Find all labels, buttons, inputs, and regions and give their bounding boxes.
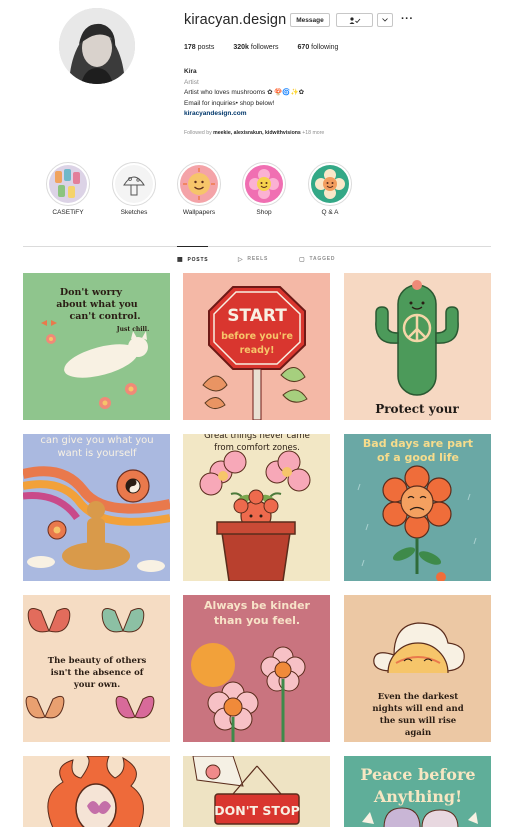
tab-posts-label: POSTS <box>187 256 209 263</box>
svg-text:can give you what you: can give you what you <box>40 435 153 446</box>
profile-avatar[interactable] <box>59 8 135 84</box>
post-tile[interactable]: Peace before Anything! <box>344 756 491 827</box>
post-tile[interactable]: Protect your <box>344 273 491 420</box>
bio-line-1: Artist who loves mushrooms ✿ 🍄🌀✨✿ <box>184 89 305 97</box>
svg-text:Great things never came: Great things never came <box>204 434 310 441</box>
highlight-cover <box>311 165 349 203</box>
profile-bio: Kira Artist Artist who loves mushrooms ✿… <box>184 67 444 120</box>
following-stat[interactable]: 670 following <box>298 44 339 51</box>
reels-icon: ▷ <box>238 256 244 263</box>
profile-website-link[interactable]: kiracyandesign.com <box>184 109 444 120</box>
svg-text:than you feel.: than you feel. <box>214 614 300 627</box>
post-tile[interactable] <box>23 756 170 827</box>
story-highlights: CASETiFY Sketches Wallpapers Shop Q & A <box>38 162 368 222</box>
highlight-shop[interactable]: Shop <box>234 162 294 216</box>
svg-text:the sun will rise: the sun will rise <box>380 716 457 726</box>
followed-by-more: +18 more <box>302 130 325 136</box>
post-tile[interactable]: Don't worry about what you can't control… <box>23 273 170 420</box>
highlight-casetify[interactable]: CASETiFY <box>38 162 98 216</box>
svg-text:Don't worry: Don't worry <box>60 287 123 298</box>
highlight-label: CASETiFY <box>52 209 84 216</box>
followed-by-prefix: Followed by <box>184 130 212 136</box>
highlight-cover <box>49 165 87 203</box>
message-button[interactable]: Message <box>290 13 330 27</box>
tab-posts[interactable]: ▦ POSTS <box>177 246 209 272</box>
svg-text:Just chill.: Just chill. <box>116 326 149 333</box>
highlight-wallpapers[interactable]: Wallpapers <box>169 162 229 216</box>
person-check-icon <box>349 16 360 24</box>
svg-text:your own.: your own. <box>73 680 120 690</box>
suggested-dropdown-button[interactable] <box>377 13 393 27</box>
followers-count: 320k <box>233 44 249 51</box>
svg-text:Peace before: Peace before <box>360 765 475 784</box>
post-tile[interactable]: Always be kinder than you feel. <box>183 595 330 742</box>
bio-line-2: Email for inquiries• shop below! <box>184 99 275 107</box>
svg-text:want is yourself: want is yourself <box>57 448 137 459</box>
svg-text:Bad days are part: Bad days are part <box>363 437 473 450</box>
following-count: 670 <box>297 44 310 51</box>
following-button[interactable] <box>336 13 373 27</box>
svg-text:START: START <box>227 306 287 326</box>
svg-text:Protect your: Protect your <box>375 402 459 416</box>
svg-text:nights will end and: nights will end and <box>372 704 463 714</box>
svg-text:of a good life: of a good life <box>377 451 459 464</box>
tab-tagged-label: TAGGED <box>309 256 336 262</box>
profile-username: kiracyan.design <box>184 12 287 28</box>
svg-text:can't control.: can't control. <box>69 311 140 322</box>
profile-tabs: ▦ POSTS ▷ REELS ▢ TAGGED <box>23 246 491 272</box>
tab-reels[interactable]: ▷ REELS <box>238 246 268 272</box>
svg-text:Even the darkest: Even the darkest <box>378 692 458 702</box>
svg-text:again: again <box>405 728 431 738</box>
followed-by[interactable]: Followed by meekie, alexisrakun, kidwith… <box>184 130 324 136</box>
post-tile[interactable]: Bad days are part of a good life <box>344 434 491 581</box>
profile-stats: 178 posts 320k followers 670 following <box>184 44 357 51</box>
svg-text:before you're: before you're <box>221 331 293 342</box>
tab-reels-label: REELS <box>247 256 269 262</box>
following-stat-label: following <box>311 44 339 51</box>
post-tile[interactable]: DON'T STOP <box>183 756 330 827</box>
highlight-qa[interactable]: Q & A <box>300 162 360 216</box>
highlight-label: Sketches <box>120 209 148 216</box>
followed-by-names: meekie, alexisrakun, kidwithvisions <box>213 130 301 136</box>
post-tile[interactable]: Even the darkest nights will end and the… <box>344 595 491 742</box>
highlight-label: Shop <box>256 209 272 216</box>
post-tile[interactable]: START before you're ready! <box>183 273 330 420</box>
svg-text:ready!: ready! <box>240 345 275 356</box>
post-tile[interactable]: The beauty of others isn't the absence o… <box>23 595 170 742</box>
highlight-label: Wallpapers <box>182 209 216 216</box>
tab-tagged[interactable]: ▢ TAGGED <box>299 246 335 272</box>
profile-name: Kira <box>184 68 197 75</box>
highlight-sketches[interactable]: Sketches <box>104 162 164 216</box>
highlight-cover <box>115 165 153 203</box>
more-options-icon[interactable]: ··· <box>401 13 414 25</box>
chevron-down-icon <box>382 18 388 22</box>
posts-stat: 178 posts <box>184 44 214 51</box>
highlight-cover <box>245 165 283 203</box>
post-tile[interactable]: can give you what you want is yourself <box>23 434 170 581</box>
posts-count: 178 <box>184 44 196 51</box>
followers-stat-label: followers <box>250 44 279 51</box>
svg-text:The beauty of others: The beauty of others <box>48 656 147 666</box>
profile-category: Artist <box>184 78 199 86</box>
svg-text:Anything!: Anything! <box>373 787 462 806</box>
post-tile[interactable]: Great things never came from comfort zon… <box>183 434 330 581</box>
svg-text:DON'T STOP: DON'T STOP <box>214 803 300 818</box>
followers-stat[interactable]: 320k followers <box>233 44 278 51</box>
svg-text:about what you: about what you <box>56 299 138 310</box>
tagged-icon: ▢ <box>299 256 306 263</box>
highlight-cover <box>180 165 218 203</box>
svg-text:isn't the absence of: isn't the absence of <box>51 668 145 678</box>
grid-icon: ▦ <box>177 257 184 263</box>
posts-stat-label: posts <box>197 44 215 51</box>
svg-text:Always be kinder: Always be kinder <box>204 599 310 612</box>
highlight-label: Q & A <box>321 209 339 216</box>
